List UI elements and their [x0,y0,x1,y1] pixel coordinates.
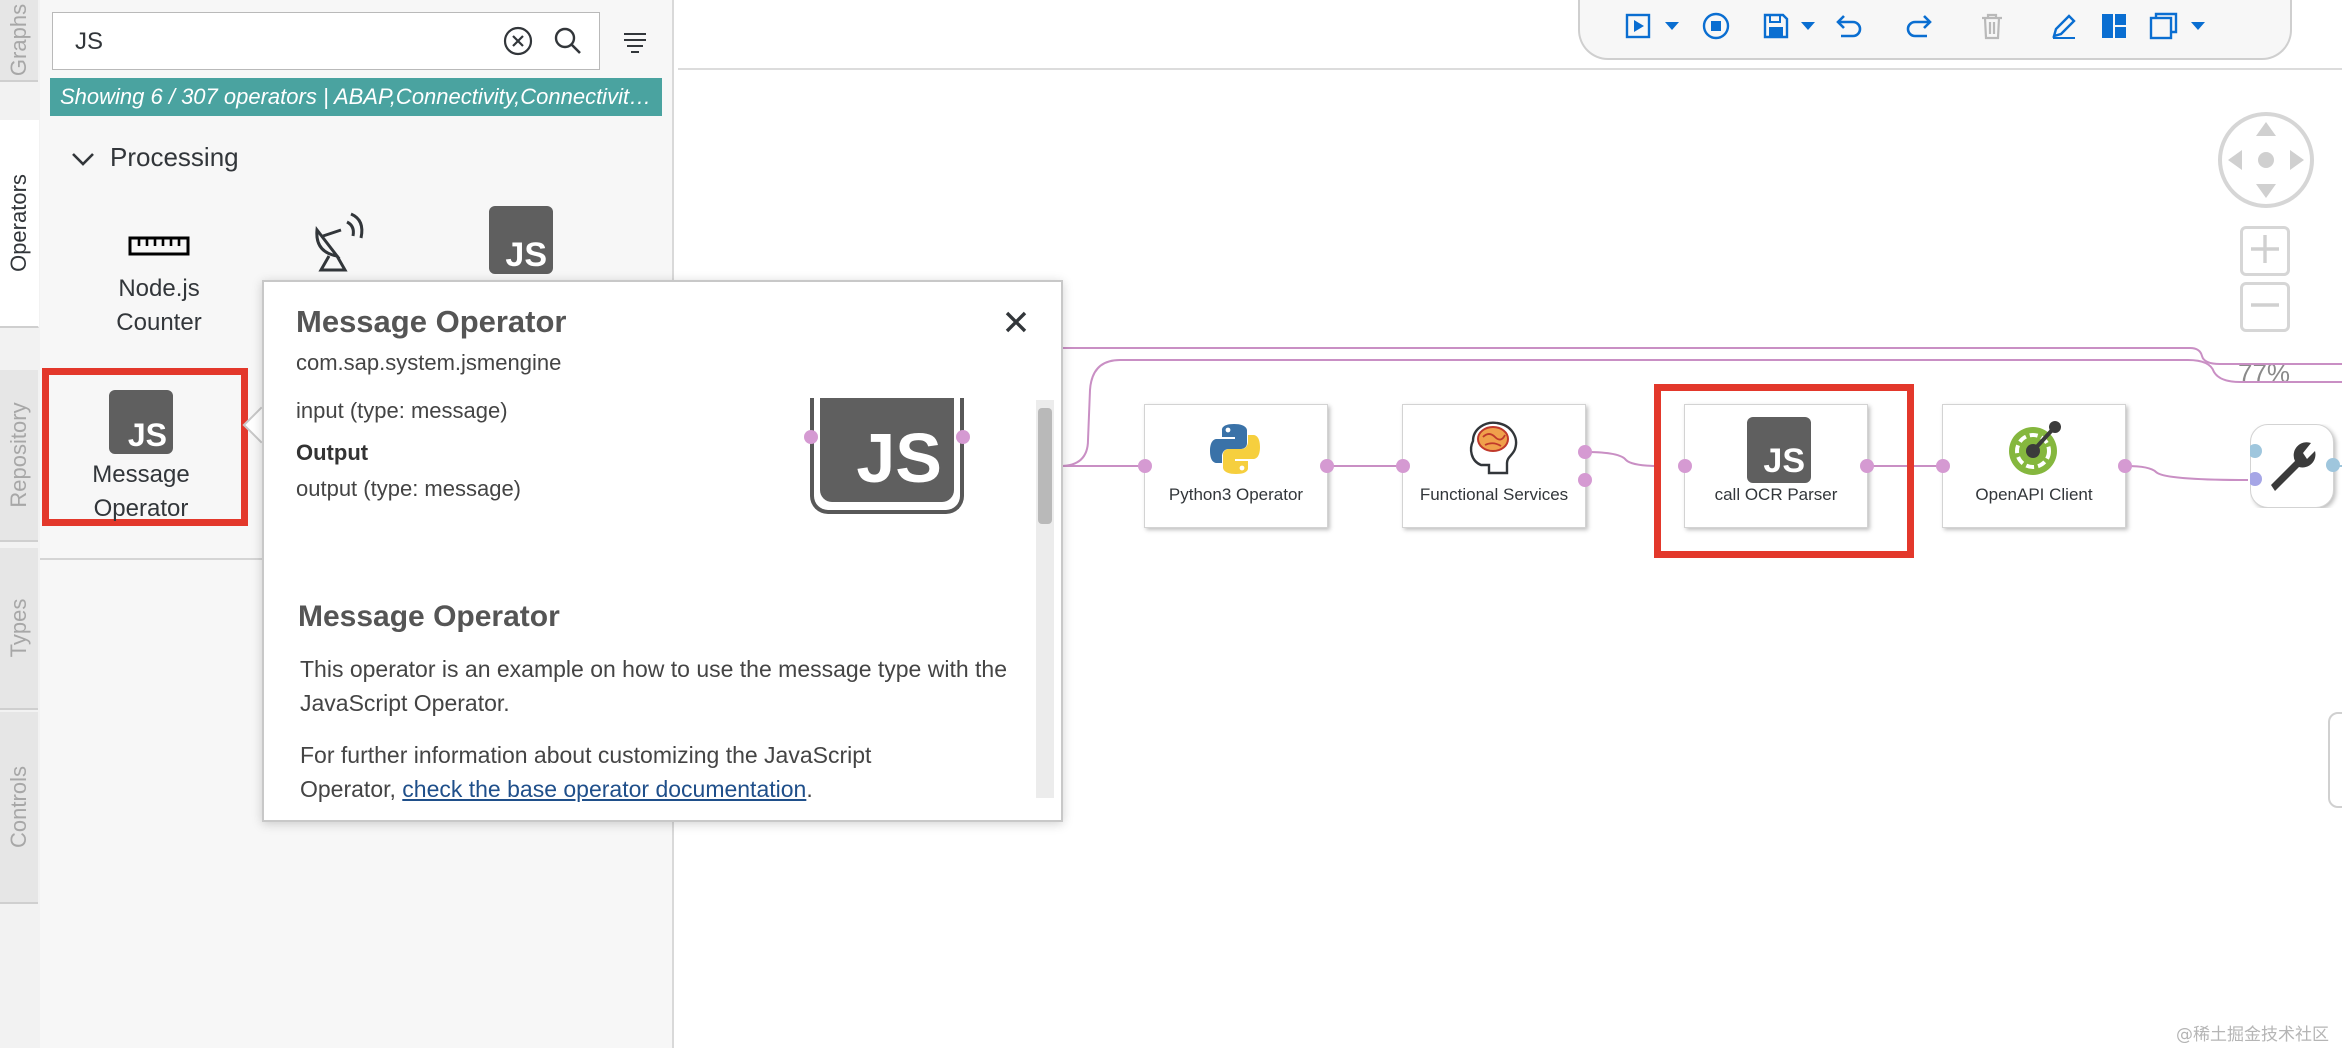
clear-icon[interactable] [503,26,533,56]
pan-control-icon[interactable] [2216,110,2316,210]
side-tab-bar: Graphs Operators Repository Types Contro… [0,0,41,1048]
plus-icon [2251,235,2279,263]
graph-node-openapi-client[interactable]: OpenAPI Client [1936,404,2132,528]
ruler-icon [128,236,190,256]
output-port[interactable] [2326,458,2340,472]
js-icon: JS [489,206,553,274]
output-port[interactable] [1578,445,1592,459]
operator-tile-nodejs-counter[interactable]: Node.js Counter [98,206,220,340]
satellite-dish-icon [315,212,364,272]
doc-body: This operator is an example on how to us… [300,652,1030,812]
doc-title: Message Operator [298,600,560,633]
graph-node-functional-services[interactable]: Functional Services [1396,404,1592,528]
output-port[interactable] [1860,459,1874,473]
doc-paragraph: For further information about customizin… [300,738,920,806]
operator-label: Message Operator [92,461,190,522]
node-label: Python3 Operator [1168,485,1304,504]
dropdown-icon[interactable] [2180,8,2216,44]
popover-subtitle: com.sap.system.jsmengine [296,350,562,375]
input-port[interactable] [1138,459,1152,473]
preview-output-port [956,430,970,444]
operator-tile-js[interactable]: JS [460,206,582,274]
search-input[interactable]: JS [75,28,103,56]
tab-repository[interactable]: Repository [0,370,38,542]
side-panel-handle[interactable] [2328,712,2342,808]
input-port[interactable] [1936,459,1950,473]
run-icon[interactable] [1620,8,1656,44]
redo-icon[interactable] [1902,8,1938,44]
graph-node-partial-clip [2250,424,2342,508]
graph-node-call-ocr-parser[interactable]: JS call OCR Parser [1678,404,1874,528]
output-port[interactable] [1320,459,1334,473]
minus-icon [2251,303,2279,307]
tab-types-label: Types [6,598,31,658]
zoom-in-button[interactable] [2240,226,2290,276]
close-icon[interactable] [1004,310,1028,334]
search-field[interactable]: JS [52,12,600,70]
python-icon [1210,424,1260,474]
popover-scrollbar-thumb[interactable] [1038,408,1052,524]
tab-operators[interactable]: Operators [0,120,39,328]
node-label: Functional Services [1419,485,1569,504]
input-port[interactable] [1678,459,1692,473]
input-port-info: input (type: message) [296,398,508,423]
filter-icon[interactable] [622,30,648,56]
tab-types[interactable]: Types [0,548,38,710]
operator-tile-satellite[interactable] [278,206,400,282]
input-port[interactable] [1396,459,1410,473]
filter-status-bar: Showing 6 / 307 operators | ABAP,Connect… [50,78,662,116]
doc-paragraph: This operator is an example on how to us… [300,656,1008,716]
preview-node: JS [810,398,964,514]
tab-operators-label: Operators [6,174,31,272]
watermark: @稀土掘金技术社区 [2176,1025,2329,1045]
tab-graphs[interactable]: Graphs [0,0,38,82]
brain-icon [1469,421,1518,475]
output-port[interactable] [2118,459,2132,473]
openapi-icon [2009,421,2061,475]
dropdown-icon[interactable] [1790,8,1826,44]
node-label: OpenAPI Client [1975,485,2093,504]
graph-node-wrench[interactable] [2250,424,2334,508]
layout-icon[interactable] [2096,8,2132,44]
dropdown-icon[interactable] [1654,8,1690,44]
tab-controls[interactable]: Controls [0,712,38,904]
popover-scrollbar-track[interactable] [1036,400,1054,798]
graph-toolbar [1578,0,2292,60]
wrench-icon [2271,442,2316,491]
tab-repository-label: Repository [6,402,31,508]
operator-label: Node.js Counter [116,275,202,336]
tab-graphs-label: Graphs [6,3,31,77]
edit-icon[interactable] [2046,8,2082,44]
stop-icon[interactable] [1698,8,1734,44]
doc-link[interactable]: check the base operator documentation [402,776,806,802]
popover-title: Message Operator [296,304,567,339]
preview-input-port [804,430,818,444]
tab-controls-label: Controls [6,766,31,848]
output-port-info: output (type: message) [296,476,522,501]
node-label: call OCR Parser [1714,485,1838,504]
output-port[interactable] [1578,473,1592,487]
operator-tile-message-operator[interactable]: JS Message Operator [80,390,202,526]
group-title[interactable]: Processing [110,142,239,173]
save-icon[interactable] [1758,8,1794,44]
canvas-header-divider [678,68,2342,70]
js-icon: JS [820,398,954,502]
js-icon: JS [1747,417,1811,483]
undo-icon[interactable] [1830,8,1866,44]
output-heading: Output [296,440,369,465]
doc-text: . [806,776,813,802]
copy-icon[interactable] [2146,8,2182,44]
js-icon: JS [109,390,173,454]
delete-icon[interactable] [1974,8,2010,44]
search-icon[interactable] [553,26,583,56]
chevron-down-icon[interactable] [70,146,96,172]
graph-node-python3[interactable]: Python3 Operator [1138,404,1334,528]
operator-info-popover: Message Operator com.sap.system.jsmengin… [262,280,1063,822]
